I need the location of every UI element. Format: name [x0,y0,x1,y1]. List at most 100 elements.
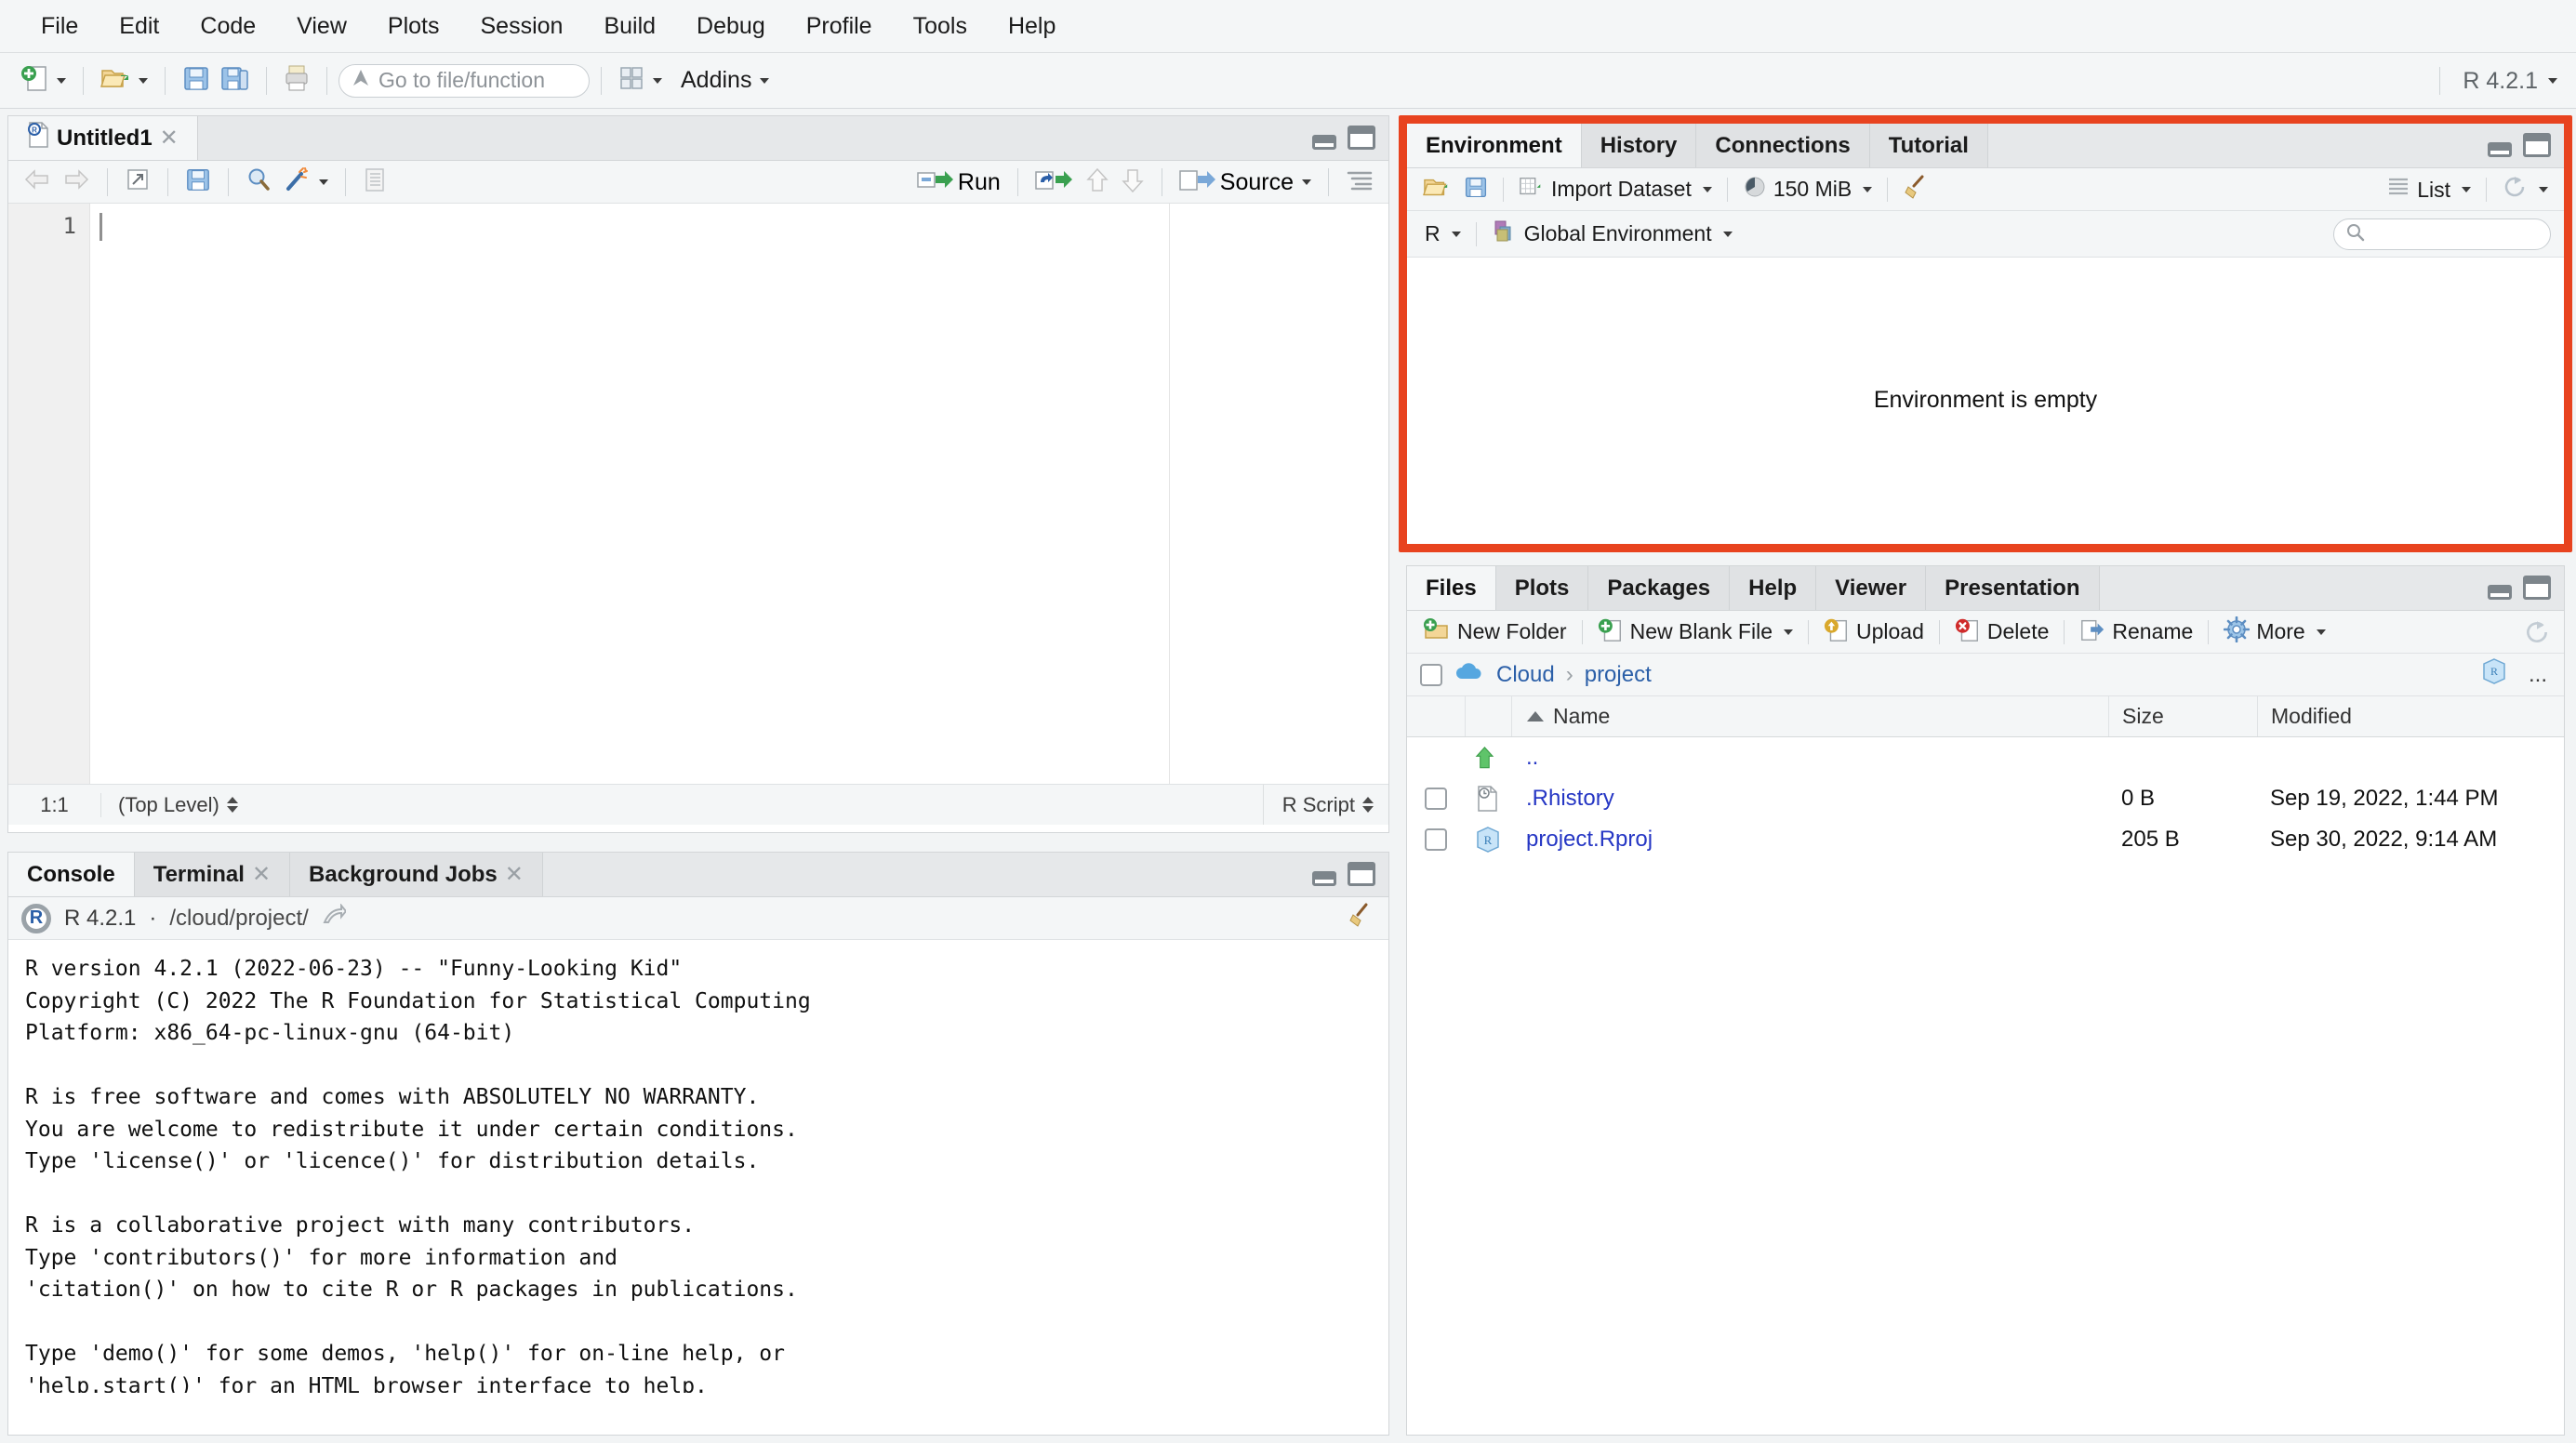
tab-files[interactable]: Files [1407,566,1496,610]
table-row[interactable]: R project.Rproj 205 B Sep 30, 2022, 9:14… [1407,819,2564,860]
refresh-files-button[interactable] [2523,618,2551,651]
close-icon[interactable]: ✕ [252,861,271,888]
find-replace-button[interactable] [240,164,277,200]
breadcrumb-item-cloud[interactable]: Cloud [1496,662,1555,688]
maximize-icon[interactable] [1348,126,1375,150]
menu-plots[interactable]: Plots [367,7,460,46]
menu-help[interactable]: Help [988,7,1076,46]
tab-background-jobs[interactable]: Background Jobs ✕ [290,853,543,896]
import-dataset-caret-icon[interactable] [1703,187,1712,192]
scope-caret-icon[interactable] [1723,232,1733,237]
memory-caret-icon[interactable] [1863,187,1872,192]
import-dataset-button[interactable]: Import Dataset [1512,173,1719,206]
console-working-directory[interactable]: /cloud/project/ [169,906,308,932]
environment-scope-selector[interactable]: Global Environment [1485,217,1739,252]
file-name[interactable]: project.Rproj [1511,827,2108,853]
menu-profile[interactable]: Profile [786,7,893,46]
file-type-selector[interactable]: R Script [1263,785,1388,825]
source-forward-button[interactable] [57,165,96,199]
re-run-button[interactable] [1029,165,1080,201]
environment-view-button[interactable]: List [2380,174,2477,205]
panes-caret-icon[interactable] [653,78,662,84]
tab-console[interactable]: Console [8,853,135,896]
new-folder-button[interactable]: New Folder [1416,615,1573,650]
files-header-name[interactable]: Name [1511,696,2108,736]
open-file-button[interactable] [95,61,153,99]
code-area[interactable] [90,204,1169,784]
compile-report-button[interactable] [357,164,392,200]
table-row[interactable]: .. [1407,737,2564,778]
close-icon[interactable]: ✕ [160,125,179,152]
console-output[interactable]: R version 4.2.1 (2022-06-23) -- "Funny-L… [8,940,1388,1393]
refresh-caret-icon[interactable] [2539,187,2548,192]
menu-debug[interactable]: Debug [676,7,786,46]
r-version-caret-icon[interactable] [2548,78,2557,84]
more-caret-icon[interactable] [2317,629,2326,635]
source-tab-untitled1[interactable]: R Untitled1 ✕ [8,116,198,160]
code-tools-caret-icon[interactable] [319,179,328,185]
previous-chunk-button[interactable] [1080,164,1115,202]
breadcrumb-overflow[interactable]: ... [2529,662,2547,688]
tab-terminal[interactable]: Terminal ✕ [135,853,290,896]
scope-selector[interactable]: (Top Level) [101,793,238,817]
environment-view-caret-icon[interactable] [2462,187,2471,192]
save-workspace-button[interactable] [1457,173,1494,206]
files-header-modified[interactable]: Modified [2257,696,2564,736]
tab-tutorial[interactable]: Tutorial [1870,124,1988,167]
table-row[interactable]: .Rhistory 0 B Sep 19, 2022, 1:44 PM [1407,778,2564,819]
menu-build[interactable]: Build [583,7,676,46]
more-button[interactable]: More [2217,615,2331,650]
language-caret-icon[interactable] [1452,232,1461,237]
tab-plots[interactable]: Plots [1496,566,1589,610]
menu-code[interactable]: Code [179,7,276,46]
environment-language-selector[interactable]: R [1418,219,1467,248]
minimize-icon[interactable] [2488,585,2512,600]
open-in-new-window-icon[interactable] [322,904,346,933]
addins-caret-icon[interactable] [760,78,769,84]
rename-button[interactable]: Rename [2073,615,2199,650]
tab-packages[interactable]: Packages [1588,566,1730,610]
tab-environment[interactable]: Environment [1407,124,1582,167]
document-outline-button[interactable] [1340,165,1379,200]
breadcrumb-item-project[interactable]: project [1585,662,1652,688]
minimize-icon[interactable] [1312,135,1336,150]
file-type-updown-icon[interactable] [1362,797,1374,813]
new-blank-file-caret-icon[interactable] [1784,629,1793,635]
workbench-panes-button[interactable] [613,62,668,99]
broom-icon[interactable] [1348,902,1374,934]
file-name[interactable]: .Rhistory [1511,786,2108,812]
environment-search-input[interactable] [2333,218,2551,250]
open-file-caret-icon[interactable] [139,78,148,84]
code-tools-button[interactable] [277,164,334,200]
minimize-icon[interactable] [2488,142,2512,157]
source-button[interactable]: Source [1174,165,1317,201]
menu-session[interactable]: Session [460,7,584,46]
tab-history[interactable]: History [1582,124,1697,167]
maximize-icon[interactable] [2523,576,2551,600]
rproj-icon[interactable]: R [2482,657,2506,692]
select-all-checkbox[interactable] [1420,664,1442,686]
file-name[interactable]: .. [1511,745,2108,771]
run-button[interactable]: Run [911,165,1006,201]
clear-environment-button[interactable] [1896,172,1935,207]
load-workspace-button[interactable] [1416,172,1457,207]
r-version-selector[interactable]: R 4.2.1 [2439,53,2557,109]
menu-view[interactable]: View [276,7,367,46]
close-icon[interactable]: ✕ [505,861,524,888]
scope-updown-icon[interactable] [227,797,238,813]
new-blank-file-button[interactable]: New Blank File [1591,615,1799,650]
upload-button[interactable]: Upload [1817,615,1931,650]
menu-file[interactable]: File [20,7,99,46]
files-header-size[interactable]: Size [2108,696,2257,736]
delete-button[interactable]: Delete [1948,615,2055,650]
memory-usage-button[interactable]: 150 MiB [1736,173,1879,206]
source-editor-body[interactable]: 1 [8,204,1388,784]
tab-connections[interactable]: Connections [1696,124,1869,167]
maximize-icon[interactable] [1348,862,1375,886]
goto-file-function-input[interactable]: Go to file/function [339,64,590,98]
source-save-button[interactable] [179,164,217,200]
row-checkbox[interactable] [1425,788,1447,810]
tab-viewer[interactable]: Viewer [1816,566,1926,610]
menu-tools[interactable]: Tools [893,7,988,46]
print-button[interactable] [278,61,315,99]
